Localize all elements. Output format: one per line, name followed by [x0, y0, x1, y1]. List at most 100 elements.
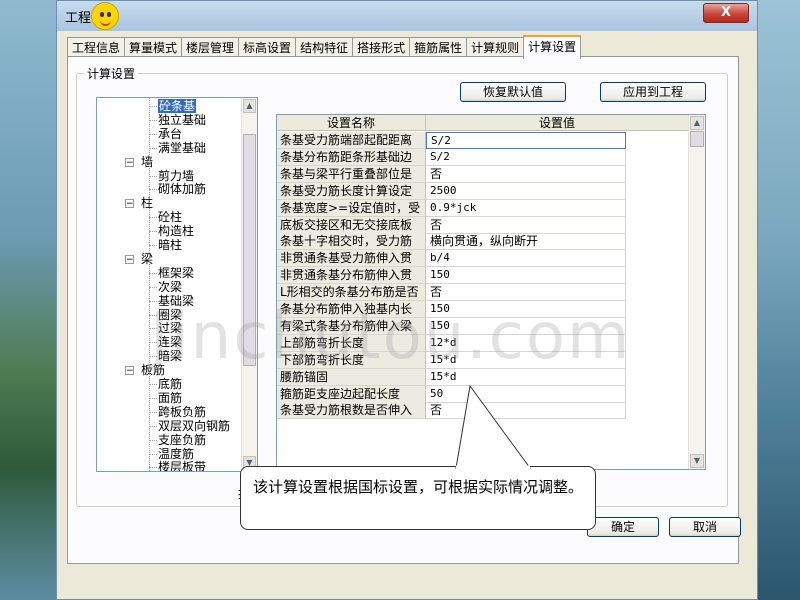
tree-item[interactable]: 墙 [141, 155, 153, 169]
tree-item[interactable]: 温度筋 [158, 447, 194, 461]
table-row[interactable]: 上部筋弯折长度 12*d [277, 334, 689, 352]
tab-project-info[interactable]: 工程信息 [67, 37, 126, 58]
setting-value-cell[interactable]: S/2 [426, 132, 626, 149]
tree-item[interactable]: 双层双向钢筋 [158, 419, 230, 433]
tree-item[interactable]: 基础梁 [158, 294, 194, 308]
scroll-up-icon[interactable]: ▲ [243, 99, 256, 113]
table-row[interactable]: 有梁式条基分布筋伸入梁 150 [277, 317, 689, 335]
setting-value-cell[interactable]: 2500 [426, 182, 626, 200]
grid-scroll-thumb[interactable] [690, 131, 704, 147]
tree-item[interactable]: 砌体加筋 [158, 182, 206, 196]
tree-item[interactable]: 次梁 [158, 280, 182, 294]
table-row[interactable]: 条基与梁平行重叠部位是否 [277, 165, 689, 183]
setting-value-cell[interactable]: b/4 [426, 250, 626, 268]
table-row[interactable]: 条基受力筋端部起配距离 S/2 [277, 132, 689, 149]
setting-value-cell[interactable]: 否 [426, 402, 626, 420]
tab-calc-rules[interactable]: 计算规则 [466, 37, 525, 58]
setting-value-cell[interactable]: 0.9*jck [426, 199, 626, 217]
setting-value-cell[interactable]: 150 [426, 267, 626, 285]
cancel-button[interactable]: 取消 [669, 517, 741, 537]
tree-item[interactable]: 圈梁 [158, 308, 182, 322]
table-row[interactable]: 腰筋锚固 15*d [277, 368, 689, 386]
tree-item[interactable]: 楼层板带 [158, 460, 206, 471]
tree-connector [149, 286, 157, 288]
tree-item[interactable]: 面筋 [158, 391, 182, 405]
tree-expander-icon[interactable]: − [125, 254, 134, 264]
tab-calc-mode[interactable]: 算量模式 [124, 37, 183, 58]
tree-item[interactable]: 底筋 [158, 377, 182, 391]
restore-default-button[interactable]: 恢复默认值 [460, 82, 566, 102]
tree-expander-icon[interactable]: − [125, 199, 134, 209]
tree-item[interactable]: 连梁 [158, 335, 182, 349]
tab-calc-settings[interactable]: 计算设置 [523, 35, 582, 59]
tree-connector [149, 217, 157, 219]
grid-scroll-down-icon[interactable]: ▼ [690, 454, 704, 468]
tree-connector [149, 411, 157, 413]
column-header-name[interactable]: 设置名称 [277, 115, 426, 131]
table-row[interactable]: 非贯通条基分布筋伸入贯 150 [277, 267, 689, 285]
settings-grid[interactable]: 设置名称 设置值 条基受力筋端部起配距离 S/2 条基分布筋距条形基础边 S/2 条基与… [276, 114, 706, 470]
tree-item[interactable]: 柱 [141, 196, 153, 210]
table-row[interactable]: 条基受力筋长度计算设定 2500 [277, 182, 689, 200]
table-row[interactable]: 条基分布筋距条形基础边 S/2 [277, 148, 689, 166]
tree-item[interactable]: 暗柱 [158, 238, 182, 252]
tree-expander-icon[interactable]: − [125, 366, 134, 376]
tree-expander-icon[interactable]: − [125, 157, 134, 167]
tab-floor-management[interactable]: 楼层管理 [181, 37, 240, 58]
tab-strip: 工程信息 算量模式 楼层管理 标高设置 结构特征 搭接形式 箍筋属性 计算规则 … [67, 35, 582, 59]
close-button[interactable]: X [703, 3, 749, 23]
apply-to-project-button[interactable]: 应用到工程 [600, 82, 706, 102]
tree-item[interactable]: 砼条基 [158, 99, 197, 113]
tree-item[interactable]: 承台 [158, 127, 182, 141]
table-row[interactable]: 底板交接区和无交接底板否 [277, 216, 689, 234]
setting-value-cell[interactable]: 否 [426, 165, 626, 183]
setting-value-cell[interactable]: 否 [426, 216, 626, 234]
setting-value-cell[interactable]: 12*d [426, 334, 626, 352]
setting-value-cell[interactable]: 150 [426, 317, 626, 335]
setting-value-cell[interactable]: S/2 [426, 148, 626, 166]
tab-elevation-settings[interactable]: 标高设置 [238, 37, 297, 58]
setting-value-cell[interactable]: 横向贯通，纵向断开 [426, 233, 626, 251]
tree-item[interactable]: 板筋 [141, 363, 165, 377]
grid-scrollbar[interactable]: ▲ ▼ [688, 115, 705, 469]
setting-value-cell[interactable]: 15*d [426, 368, 626, 386]
tree-item[interactable]: 暗梁 [158, 349, 182, 363]
table-row[interactable]: 非贯通条基受力筋伸入贯 b/4 [277, 250, 689, 268]
scroll-thumb[interactable] [243, 134, 256, 366]
table-row[interactable]: 条基宽度>=设定值时，受 0.9*jck [277, 199, 689, 217]
column-header-value[interactable]: 设置值 [426, 115, 689, 131]
tree-item[interactable]: 跨板负筋 [158, 405, 206, 419]
setting-value-cell[interactable]: 否 [426, 284, 626, 302]
setting-value-cell[interactable]: 150 [426, 301, 626, 318]
title-bar[interactable]: 工程 X [57, 1, 757, 31]
tab-structure-features[interactable]: 结构特征 [295, 37, 354, 58]
table-row[interactable]: 条基十字相交时，受力筋 横向贯通，纵向断开 [277, 233, 689, 251]
tree-item[interactable]: 剪力墙 [158, 169, 194, 183]
tree-item[interactable]: 框架梁 [158, 266, 194, 280]
tree-item[interactable]: 满堂基础 [158, 141, 206, 155]
tree-item[interactable]: 构造柱 [158, 224, 194, 238]
tree-item[interactable]: 砼柱 [158, 210, 182, 224]
tab-stirrup-properties[interactable]: 箍筋属性 [409, 37, 468, 58]
tab-lap-form[interactable]: 搭接形式 [352, 37, 411, 58]
setting-name-cell: 条基十字相交时，受力筋 [277, 233, 426, 251]
table-row[interactable]: L形相交的条基分布筋是否否 [277, 284, 689, 302]
setting-name-cell: 箍筋距支座边起配长度 [277, 385, 426, 403]
table-row[interactable]: 箍筋距支座边起配长度 50 [277, 385, 689, 403]
tree-connector [149, 356, 157, 358]
setting-value-cell[interactable]: 15*d [426, 351, 626, 369]
tree-item[interactable]: 独立基础 [158, 113, 206, 127]
component-tree[interactable]: 砼条基 独立基础 承台 满堂基础 − 墙剪力墙 砌体加筋 − 柱砼柱 构造柱 暗柱 − 梁框架梁 次梁 基础… [96, 97, 258, 472]
grid-scroll-up-icon[interactable]: ▲ [690, 116, 704, 130]
tree-item[interactable]: 过梁 [158, 321, 182, 335]
tree-scrollbar[interactable]: ▲ ▼ [241, 98, 257, 471]
tree-connector [149, 425, 157, 427]
tree-connector [149, 314, 157, 316]
tree-item[interactable]: 梁 [141, 252, 153, 266]
table-row[interactable]: 条基分布筋伸入独基内长 150 [277, 301, 689, 318]
table-row[interactable]: 条基受力筋根数是否伸入否 [277, 402, 689, 420]
table-row[interactable]: 下部筋弯折长度 15*d [277, 351, 689, 369]
ok-button[interactable]: 确定 [587, 517, 659, 537]
setting-value-cell[interactable]: 50 [426, 385, 626, 403]
tree-item[interactable]: 支座负筋 [158, 433, 206, 447]
